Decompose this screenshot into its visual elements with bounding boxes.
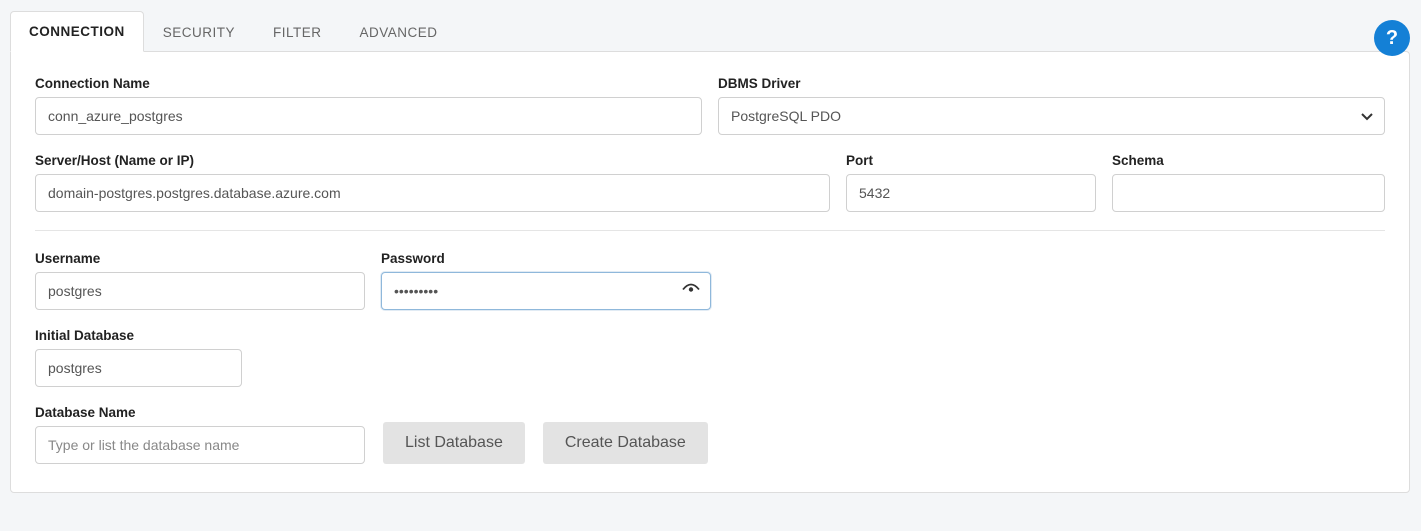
connection-panel: Connection Name DBMS Driver PostgreSQL P… bbox=[10, 51, 1410, 493]
port-label: Port bbox=[846, 153, 1096, 168]
tab-bar: CONNECTION SECURITY FILTER ADVANCED ? bbox=[10, 10, 1410, 51]
password-input[interactable] bbox=[381, 272, 711, 310]
tab-security[interactable]: SECURITY bbox=[144, 12, 254, 52]
tab-filter[interactable]: FILTER bbox=[254, 12, 341, 52]
tab-advanced[interactable]: ADVANCED bbox=[341, 12, 457, 52]
connection-name-input[interactable] bbox=[35, 97, 702, 135]
server-host-label: Server/Host (Name or IP) bbox=[35, 153, 830, 168]
tab-connection[interactable]: CONNECTION bbox=[10, 11, 144, 52]
help-button[interactable]: ? bbox=[1374, 20, 1410, 56]
dbms-driver-label: DBMS Driver bbox=[718, 76, 1385, 91]
initial-database-label: Initial Database bbox=[35, 328, 242, 343]
schema-label: Schema bbox=[1112, 153, 1385, 168]
port-input[interactable] bbox=[846, 174, 1096, 212]
server-host-input[interactable] bbox=[35, 174, 830, 212]
eye-icon[interactable] bbox=[681, 282, 701, 301]
divider bbox=[35, 230, 1385, 231]
database-name-label: Database Name bbox=[35, 405, 365, 420]
password-label: Password bbox=[381, 251, 711, 266]
list-database-button[interactable]: List Database bbox=[383, 422, 525, 464]
initial-database-input[interactable] bbox=[35, 349, 242, 387]
username-label: Username bbox=[35, 251, 365, 266]
schema-input[interactable] bbox=[1112, 174, 1385, 212]
database-name-input[interactable] bbox=[35, 426, 365, 464]
create-database-button[interactable]: Create Database bbox=[543, 422, 708, 464]
connection-name-label: Connection Name bbox=[35, 76, 702, 91]
username-input[interactable] bbox=[35, 272, 365, 310]
dbms-driver-select[interactable]: PostgreSQL PDO bbox=[718, 97, 1385, 135]
